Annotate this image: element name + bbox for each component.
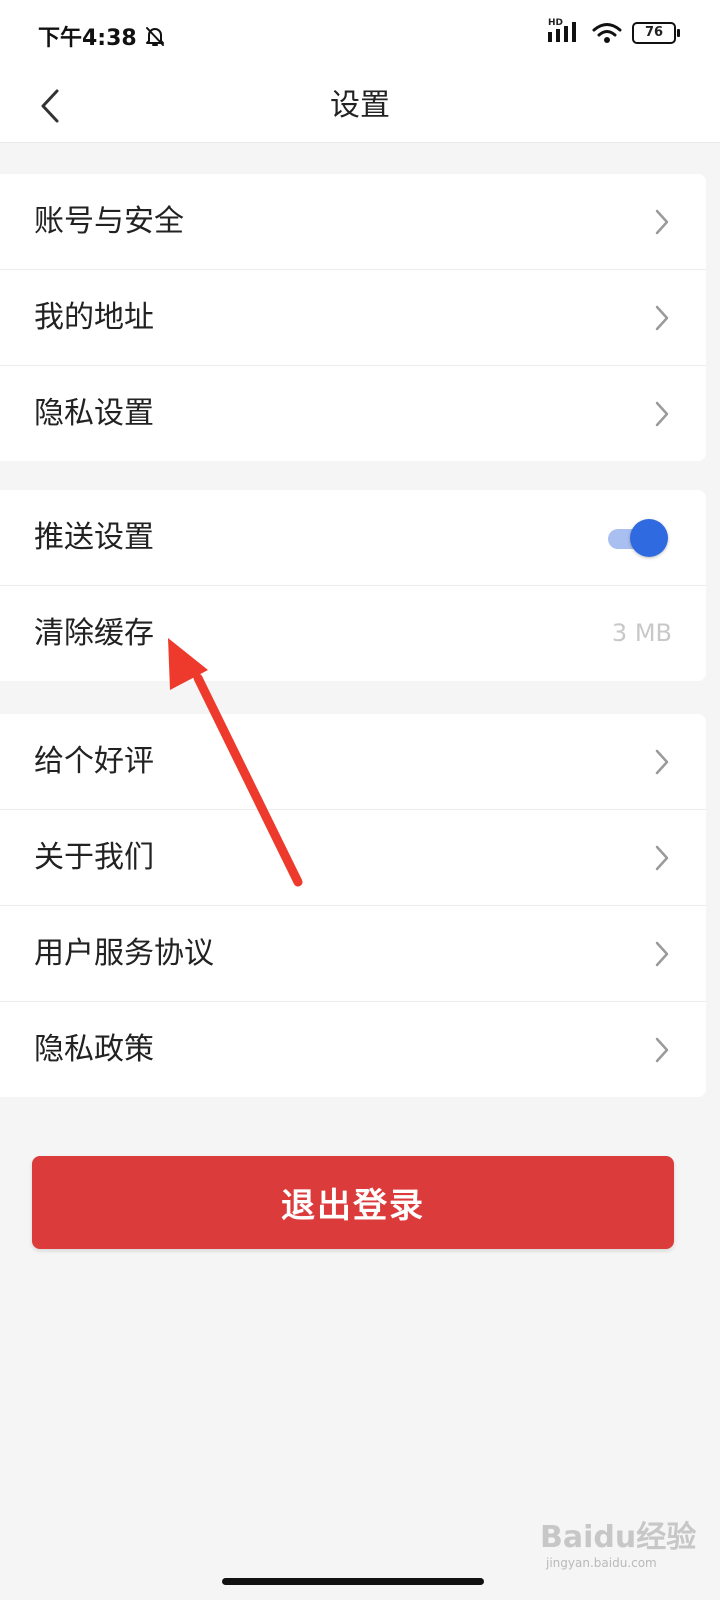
- status-bar: 下午4:38 HD 76: [0, 0, 720, 70]
- chevron-right-icon: [655, 845, 669, 871]
- battery-indicator: 76: [632, 22, 680, 44]
- watermark: Baidu经验 jingyan.baidu.com: [540, 1512, 700, 1582]
- row-account-security[interactable]: 账号与安全: [0, 174, 706, 270]
- settings-group-general: 推送设置 清除缓存 3 MB: [0, 490, 706, 681]
- row-label: 我的地址: [34, 300, 154, 335]
- row-about-us[interactable]: 关于我们: [0, 810, 706, 906]
- row-label: 账号与安全: [34, 204, 184, 239]
- watermark-logo: Baidu经验: [540, 1520, 697, 1555]
- settings-group-account: 账号与安全 我的地址 隐私设置: [0, 174, 706, 461]
- logout-button[interactable]: 退出登录: [32, 1156, 674, 1249]
- status-icons: HD 76: [548, 18, 680, 44]
- home-indicator[interactable]: [222, 1578, 484, 1585]
- row-rate-us[interactable]: 给个好评: [0, 714, 706, 810]
- page-title: 设置: [330, 88, 390, 123]
- chevron-right-icon: [655, 749, 669, 775]
- row-privacy-settings[interactable]: 隐私设置: [0, 366, 706, 461]
- nav-bar: 设置: [0, 70, 720, 143]
- row-clear-cache[interactable]: 清除缓存 3 MB: [0, 586, 706, 681]
- chevron-right-icon: [655, 305, 669, 331]
- status-time: 下午4:38: [38, 20, 167, 52]
- bell-muted-icon: [145, 27, 164, 46]
- chevron-right-icon: [655, 401, 669, 427]
- watermark-url: jingyan.baidu.com: [546, 1556, 657, 1570]
- row-label: 清除缓存: [34, 616, 154, 651]
- signal-indicator: HD: [548, 18, 582, 44]
- settings-group-about: 给个好评 关于我们 用户服务协议 隐私政策: [0, 714, 706, 1097]
- row-label: 推送设置: [34, 520, 154, 555]
- signal-icon: [548, 22, 576, 42]
- row-label: 关于我们: [34, 840, 154, 875]
- chevron-right-icon: [655, 1037, 669, 1063]
- row-user-agreement[interactable]: 用户服务协议: [0, 906, 706, 1002]
- row-my-address[interactable]: 我的地址: [0, 270, 706, 366]
- push-toggle[interactable]: [608, 519, 668, 557]
- row-label: 给个好评: [34, 744, 154, 779]
- row-privacy-policy[interactable]: 隐私政策: [0, 1002, 706, 1097]
- wifi-icon: [592, 23, 622, 43]
- row-label: 隐私设置: [34, 396, 154, 431]
- chevron-right-icon: [655, 941, 669, 967]
- cache-size-value: 3 MB: [611, 619, 672, 647]
- clock-text: 下午4:38: [38, 26, 137, 51]
- toggle-knob: [630, 519, 668, 557]
- row-label: 用户服务协议: [34, 936, 214, 971]
- row-label: 隐私政策: [34, 1032, 154, 1067]
- row-push-settings: 推送设置: [0, 490, 706, 586]
- chevron-right-icon: [655, 209, 669, 235]
